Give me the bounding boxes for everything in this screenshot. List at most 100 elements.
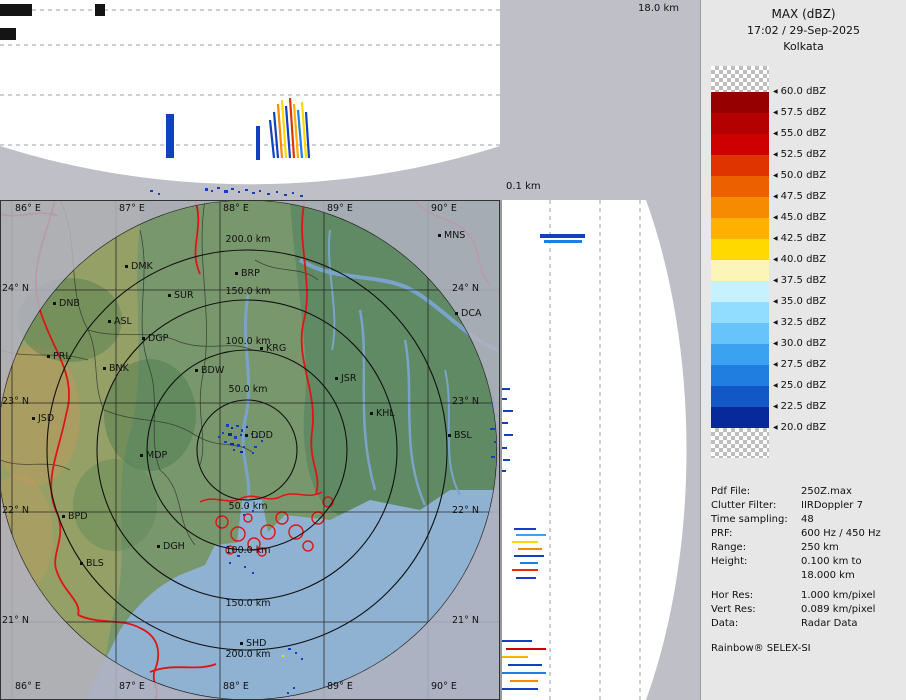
tick-text: 57.5 dBZ	[780, 107, 827, 118]
info-label: Data:	[711, 618, 739, 629]
tick-pointer-icon: ◀	[773, 402, 778, 410]
legend-info-row: Vert Res: 0.089 km/pixel	[711, 604, 905, 615]
tick-text: 35.0 dBZ	[780, 296, 827, 307]
colorbar-color-band	[711, 197, 769, 218]
legend-tick-label: ◀ 57.5 dBZ	[773, 107, 826, 118]
tick-text: 20.0 dBZ	[780, 422, 827, 433]
legend-tick-label: ◀ 20.0 dBZ	[773, 422, 826, 433]
info-label: Vert Res:	[711, 604, 756, 615]
legend-info-row: PRF: 600 Hz / 450 Hz	[711, 528, 905, 539]
out-of-range-overlay	[0, 200, 500, 700]
legend-tick-label: ◀ 45.0 dBZ	[773, 212, 826, 223]
tick-pointer-icon: ◀	[773, 87, 778, 95]
info-value: Radar Data	[801, 618, 858, 629]
info-label: Time sampling:	[711, 514, 788, 525]
colorbar-color-band	[711, 302, 769, 323]
tick-pointer-icon: ◀	[773, 255, 778, 263]
tick-pointer-icon: ◀	[773, 318, 778, 326]
radar-display: 18.0 km 0.1 km DMK BRP MNS SUR DNB ASL D…	[0, 0, 906, 700]
tick-text: 47.5 dBZ	[780, 191, 827, 202]
info-value: 250 km	[801, 542, 839, 553]
tick-pointer-icon: ◀	[773, 360, 778, 368]
legend-info-row: Hor Res: 1.000 km/pixel	[711, 590, 905, 601]
colorbar-color-band	[711, 260, 769, 281]
tick-pointer-icon: ◀	[773, 192, 778, 200]
side-height-projection-panel	[500, 200, 700, 700]
colorbar-color-band	[711, 176, 769, 197]
legend-tick-label: ◀ 50.0 dBZ	[773, 170, 826, 181]
colorbar-color-band	[711, 407, 769, 428]
legend-info-row: Clutter Filter: IIRDoppler 7	[711, 500, 905, 511]
legend-panel: MAX (dBZ) 17:02 / 29-Sep-2025 Kolkata Ra…	[700, 0, 906, 700]
product-title: MAX (dBZ)	[771, 7, 836, 21]
info-value: 0.100 km to	[801, 556, 862, 567]
tick-pointer-icon: ◀	[773, 108, 778, 116]
tick-pointer-icon: ◀	[773, 339, 778, 347]
top-height-projection-panel	[0, 0, 500, 200]
tick-pointer-icon: ◀	[773, 234, 778, 242]
tick-text: 37.5 dBZ	[780, 275, 827, 286]
colorbar-color-band	[711, 281, 769, 302]
legend-tick-label: ◀ 22.5 dBZ	[773, 401, 826, 412]
legend-tick-label: ◀ 55.0 dBZ	[773, 128, 826, 139]
product-datetime: 17:02 / 29-Sep-2025	[746, 24, 861, 37]
tick-pointer-icon: ◀	[773, 423, 778, 431]
legend-tick-label: ◀ 32.5 dBZ	[773, 317, 826, 328]
tick-pointer-icon: ◀	[773, 150, 778, 158]
legend-info-row: 18.000 km	[711, 570, 905, 581]
info-value: IIRDoppler 7	[801, 500, 863, 511]
tick-pointer-icon: ◀	[773, 297, 778, 305]
tick-text: 27.5 dBZ	[780, 359, 827, 370]
legend-info-row: Range: 250 km	[711, 542, 905, 553]
info-value: 48	[801, 514, 814, 525]
top-projection-graphic	[0, 0, 500, 200]
software-name: Rainbow® SELEX-SI	[711, 643, 811, 654]
colorbar-color-band	[711, 344, 769, 365]
info-value: 600 Hz / 450 Hz	[801, 528, 881, 539]
legend-tick-label: ◀ 30.0 dBZ	[773, 338, 826, 349]
info-label: PRF:	[711, 528, 733, 539]
tick-text: 52.5 dBZ	[780, 149, 827, 160]
colorbar-color-band	[711, 113, 769, 134]
map-panel: DMK BRP MNS SUR DNB ASL DGP DCA KRG PRL BNK BDW JSR K…	[0, 199, 500, 700]
colorbar-color-band	[711, 386, 769, 407]
colorbar-checker-band	[711, 66, 769, 92]
colorbar-color-band	[711, 134, 769, 155]
tick-text: 60.0 dBZ	[780, 86, 827, 97]
tick-text: 42.5 dBZ	[780, 233, 827, 244]
info-label: Height:	[711, 556, 748, 567]
map-graphic	[0, 199, 500, 700]
info-value: 0.089 km/pixel	[801, 604, 876, 615]
info-value: 18.000 km	[801, 570, 855, 581]
tick-pointer-icon: ◀	[773, 213, 778, 221]
colorbar-color-band	[711, 218, 769, 239]
tick-text: 32.5 dBZ	[780, 317, 827, 328]
height-axis-min-label: 0.1 km	[506, 181, 541, 192]
legend-tick-label: ◀ 35.0 dBZ	[773, 296, 826, 307]
legend-tick-label: ◀ 42.5 dBZ	[773, 233, 826, 244]
info-label: Pdf File:	[711, 486, 751, 497]
tick-text: 40.0 dBZ	[780, 254, 827, 265]
tick-text: 50.0 dBZ	[780, 170, 827, 181]
legend-tick-label: ◀ 25.0 dBZ	[773, 380, 826, 391]
side-projection-graphic	[500, 200, 700, 700]
colorbar-color-band	[711, 323, 769, 344]
info-label: Clutter Filter:	[711, 500, 777, 511]
info-label: Hor Res:	[711, 590, 754, 601]
info-label: Range:	[711, 542, 747, 553]
colorbar-color-band	[711, 92, 769, 113]
colorbar-color-band	[711, 239, 769, 260]
legend-info-row: Data: Radar Data	[711, 618, 905, 629]
colorbar-checker-band	[711, 428, 769, 458]
legend-info-row: Time sampling: 48	[711, 514, 905, 525]
tick-text: 55.0 dBZ	[780, 128, 827, 139]
info-value: 250Z.max	[801, 486, 852, 497]
tick-text: 45.0 dBZ	[780, 212, 827, 223]
tick-pointer-icon: ◀	[773, 276, 778, 284]
height-axis-max-label: 18.0 km	[638, 3, 679, 14]
legend-tick-label: ◀ 40.0 dBZ	[773, 254, 826, 265]
axis-corner-area: 18.0 km 0.1 km	[500, 0, 700, 200]
legend-tick-label: ◀ 47.5 dBZ	[773, 191, 826, 202]
radar-site-name: Kolkata	[783, 40, 824, 53]
tick-text: 30.0 dBZ	[780, 338, 827, 349]
